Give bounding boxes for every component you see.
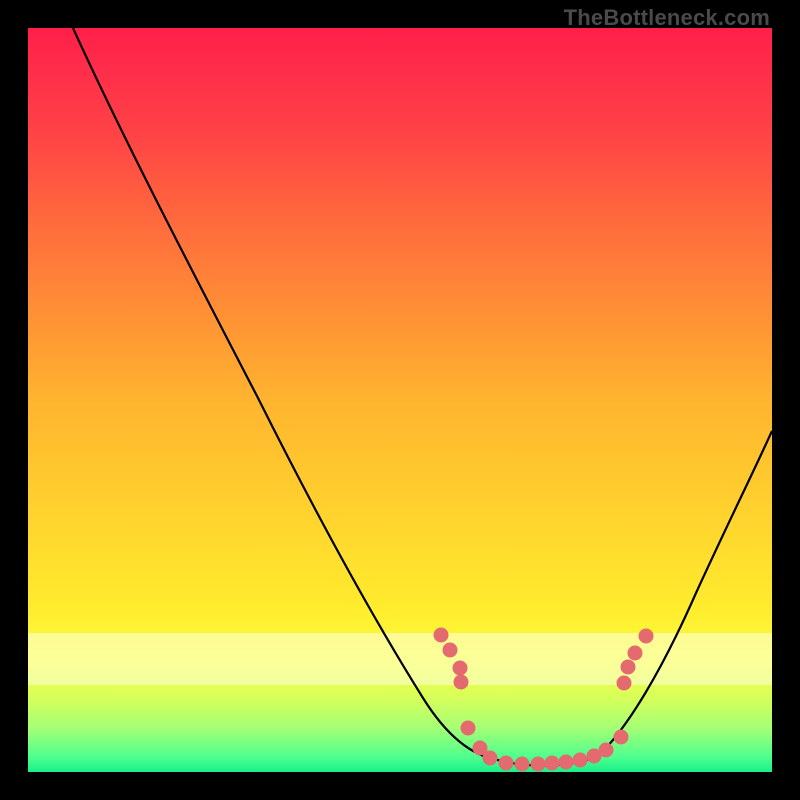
bead-dot (614, 730, 629, 745)
right-curve (598, 431, 772, 756)
bead-dot (559, 755, 574, 770)
bead-dot (628, 646, 643, 661)
bead-dot (617, 676, 632, 691)
bead-dot (545, 756, 560, 771)
beads-group (434, 628, 654, 772)
curves-svg (28, 28, 772, 772)
left-curve (73, 28, 498, 760)
bead-dot (499, 756, 514, 771)
bead-dot (573, 753, 588, 768)
bead-dot (483, 751, 498, 766)
bead-dot (639, 629, 654, 644)
bead-dot (461, 721, 476, 736)
bead-dot (531, 757, 546, 772)
bead-dot (599, 743, 614, 758)
bead-dot (454, 675, 469, 690)
bead-dot (453, 661, 468, 676)
bead-dot (621, 660, 636, 675)
bead-dot (515, 757, 530, 772)
bead-dot (443, 643, 458, 658)
bead-dot (434, 628, 449, 643)
plot-frame (28, 28, 772, 772)
attribution-label: TheBottleneck.com (564, 5, 770, 31)
